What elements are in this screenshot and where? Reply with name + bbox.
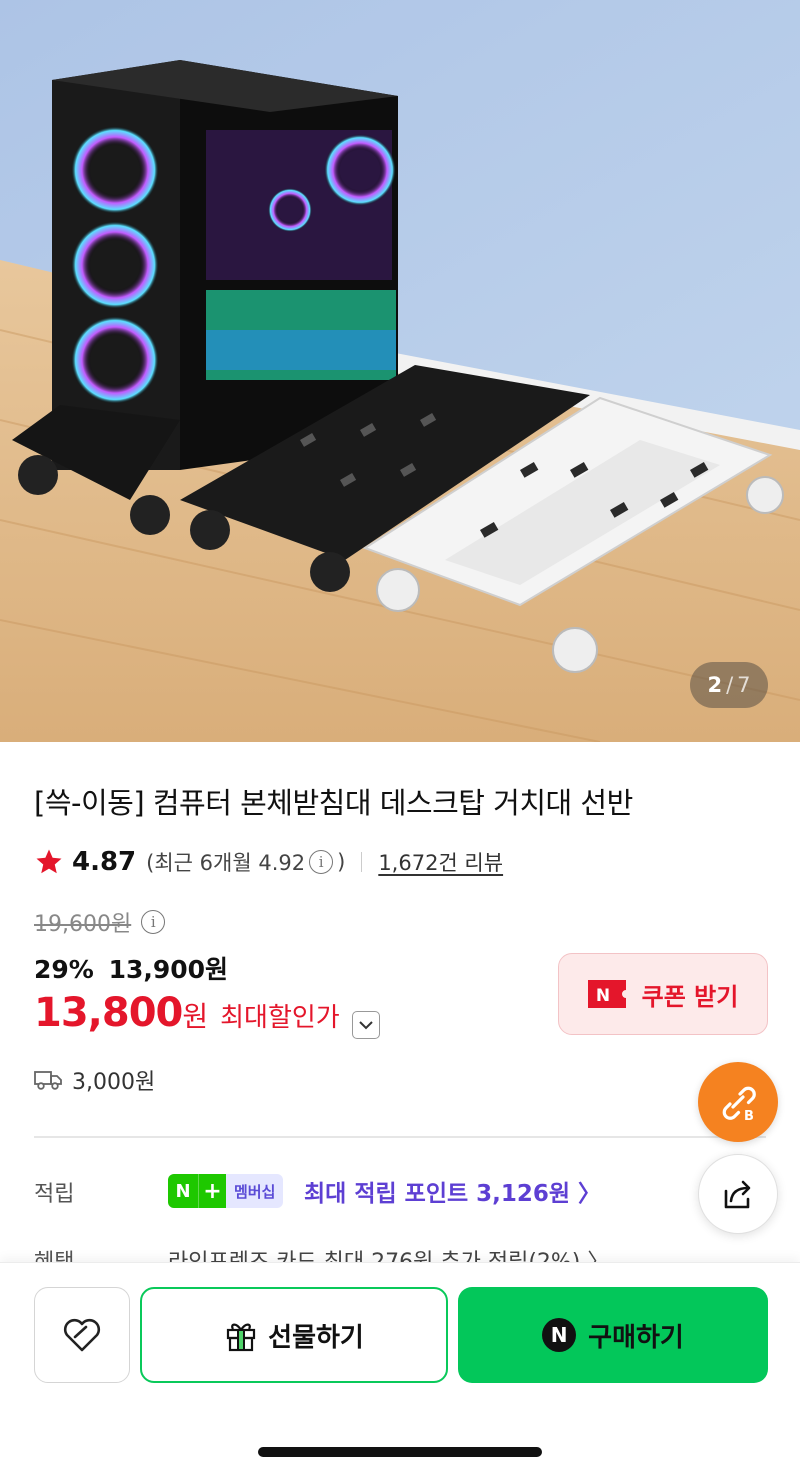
final-price-unit: 원 <box>182 1000 209 1033</box>
buy-label: 구매하기 <box>588 1322 684 1353</box>
review-count-link[interactable]: 1,672건 리뷰 <box>378 847 503 877</box>
final-price-label: 최대할인가 <box>220 1003 340 1033</box>
nplus-n: N <box>168 1174 198 1208</box>
final-price: 13,800 <box>34 990 183 1036</box>
product-photo <box>0 0 800 742</box>
rating-row: 4.87 (최근 6개월 4.92 i ) 1,672건 리뷰 <box>34 844 503 880</box>
recent-rating-text: (최근 6개월 4.92 <box>146 851 306 875</box>
section-divider <box>34 1136 766 1138</box>
nplus-logo: N + <box>168 1174 226 1208</box>
star-icon <box>36 849 62 874</box>
info-icon[interactable]: i <box>309 850 334 874</box>
sale-price: 13,900원 <box>108 955 229 984</box>
coupon-button[interactable]: N 쿠폰 받기 <box>558 953 768 1035</box>
gift-label: 선물하기 <box>268 1322 364 1353</box>
naver-n-icon: N <box>542 1318 577 1352</box>
naver-plus-membership-badge: N + 멤버십 <box>168 1174 284 1208</box>
svg-text:N: N <box>596 986 610 1006</box>
points-label: 적립 <box>34 1182 75 1207</box>
nplus-plus: + <box>198 1174 226 1208</box>
link-b-button[interactable]: B <box>698 1062 778 1142</box>
link-b-icon: B <box>722 1086 756 1124</box>
heart-icon <box>63 1318 101 1352</box>
home-indicator <box>258 1447 542 1457</box>
shipping-fee: 3,000원 <box>72 1070 156 1095</box>
product-image[interactable]: 2 / 7 <box>0 0 800 742</box>
image-counter: 2 / 7 <box>690 662 768 708</box>
gift-button[interactable]: 선물하기 <box>140 1287 448 1383</box>
naver-n-coupon-icon: N <box>587 980 626 1008</box>
original-price-row: 19,600원 i <box>34 906 169 938</box>
image-counter-total: 7 <box>737 673 751 697</box>
max-points-link[interactable]: 최대 적립 포인트 3,126원 〉 <box>304 1174 601 1208</box>
original-price: 19,600원 <box>34 912 132 937</box>
svg-text:B: B <box>744 1109 754 1124</box>
final-price-row: 13,800 원 최대할인가 <box>34 990 380 1039</box>
share-button[interactable] <box>698 1154 778 1234</box>
image-counter-current: 2 <box>707 673 723 697</box>
image-counter-total-prefix: / <box>726 673 734 697</box>
coupon-label: 쿠폰 받기 <box>641 982 739 1011</box>
discount-rate: 29% <box>34 955 94 984</box>
sale-price-row: 29% 13,900원 <box>34 950 228 986</box>
membership-label: 멤버십 <box>234 1182 276 1201</box>
rating-value: 4.87 <box>72 847 137 877</box>
chevron-down-icon[interactable] <box>351 1011 380 1039</box>
recent-rating: (최근 6개월 4.92 i ) <box>146 847 345 877</box>
truck-icon <box>34 1071 62 1090</box>
gift-icon <box>227 1323 256 1352</box>
shipping-row: 3,000원 <box>34 1064 155 1096</box>
bottom-action-bar: 선물하기 N 구매하기 <box>0 1262 800 1474</box>
buy-button[interactable]: N 구매하기 <box>458 1287 768 1383</box>
rating-divider <box>361 852 363 872</box>
price-info-icon[interactable]: i <box>141 910 166 934</box>
product-title: [쓱-이동] 컴퓨터 본체받침대 데스크탑 거치대 선반 <box>34 786 633 820</box>
wishlist-button[interactable] <box>34 1287 130 1383</box>
recent-rating-close: ) <box>337 850 346 874</box>
share-icon <box>724 1180 751 1209</box>
